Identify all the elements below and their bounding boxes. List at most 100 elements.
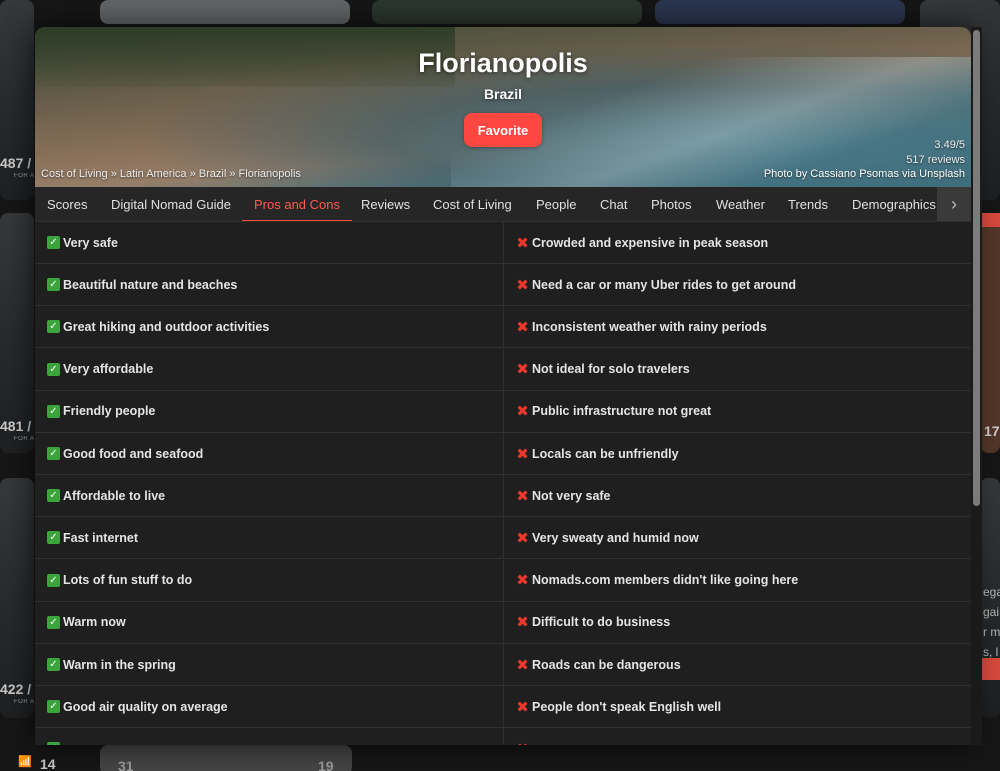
tab-scores[interactable]: Scores xyxy=(47,187,87,221)
rating-score: 3.49/5 xyxy=(934,139,965,151)
cross-icon: ✖ xyxy=(516,234,529,252)
check-icon: ✓ xyxy=(47,700,60,714)
country-name[interactable]: Brazil xyxy=(35,86,971,102)
scrollbar-thumb[interactable] xyxy=(973,30,980,506)
con-text: Locals can be unfriendly xyxy=(532,446,679,461)
pro-text: Very affordable xyxy=(63,362,154,377)
bg-card-caption: FOR A xyxy=(14,699,35,705)
photographer-link[interactable]: Cassiano Psomas xyxy=(810,168,899,180)
con-item: ✖ Crowded and expensive in peak season xyxy=(503,222,971,264)
bg-card-number: 487 / xyxy=(0,155,32,171)
tab-cost-of-living[interactable]: Cost of Living xyxy=(433,187,512,221)
breadcrumb-item[interactable]: Brazil xyxy=(199,168,227,180)
bg-card xyxy=(372,0,642,24)
photo-credit: Photo by Cassiano Psomas via Unsplash xyxy=(763,168,965,180)
review-count[interactable]: 517 reviews xyxy=(906,153,965,168)
tab-reviews[interactable]: Reviews xyxy=(361,187,410,221)
pro-item: ✓ Friendly people xyxy=(35,390,503,433)
tab-pros-and-cons[interactable]: Pros and Cons xyxy=(242,187,352,221)
tab-chat[interactable]: Chat xyxy=(600,187,627,221)
cross-icon: ✖ xyxy=(516,276,529,294)
tabs-scroll-right-button[interactable]: › xyxy=(937,187,971,221)
bg-card-number: 31 xyxy=(118,758,134,771)
check-icon: ✓ xyxy=(47,742,60,745)
bg-card-caption: FOR A xyxy=(14,436,35,442)
cross-icon: ✖ xyxy=(516,529,529,547)
wifi-icon: 📶 xyxy=(18,756,32,768)
city-hero-photo: Florianopolis Brazil Favorite Cost of Li… xyxy=(35,27,971,187)
con-text: Roads can be dangerous xyxy=(532,657,681,672)
check-icon: ✓ xyxy=(47,447,60,460)
tab-photos[interactable]: Photos xyxy=(651,187,691,221)
con-text: Not very safe xyxy=(532,488,611,503)
check-icon: ✓ xyxy=(47,320,60,334)
breadcrumb-item[interactable]: Latin America xyxy=(120,168,187,180)
check-icon: ✓ xyxy=(47,615,60,629)
pro-item: ✓ Good air quality on average xyxy=(35,686,503,729)
pro-text: Great hiking and outdoor activities xyxy=(63,319,270,334)
con-item: ✖ Public infrastructure not great xyxy=(503,390,971,433)
pro-item: ✓ Very affordable xyxy=(35,348,503,391)
photo-source-link[interactable]: Unsplash xyxy=(919,168,965,180)
cross-icon: ✖ xyxy=(516,656,529,674)
pro-item: ✓ Fast internet xyxy=(35,517,503,560)
city-tabs: Scores Digital Nomad Guide Pros and Cons… xyxy=(35,187,971,222)
con-item: ✖ Not ideal for solo travelers xyxy=(503,348,971,391)
con-text: People don't speak English well xyxy=(532,699,722,714)
city-modal: Florianopolis Brazil Favorite Cost of Li… xyxy=(35,27,971,745)
pro-text: Fast internet xyxy=(63,530,139,545)
con-item: ✖ Difficult to do business xyxy=(503,601,971,644)
pro-item: ✓ Good food and seafood xyxy=(35,433,503,475)
breadcrumb-item[interactable]: Florianopolis xyxy=(239,168,301,180)
tab-weather[interactable]: Weather xyxy=(716,187,765,221)
bg-card-number: 14 xyxy=(40,756,56,771)
check-icon: ✓ xyxy=(47,236,60,249)
cross-icon: ✖ xyxy=(516,572,529,590)
pro-text: Friendly people xyxy=(63,404,156,419)
con-item: ✖ Nomads.com members didn't like going he… xyxy=(503,559,971,602)
favorite-button[interactable]: Favorite xyxy=(464,113,542,147)
cross-icon: ✖ xyxy=(516,741,529,745)
breadcrumb: Cost of Living » Latin America » Brazil … xyxy=(41,168,301,180)
con-text: Inconsistent weather with rainy periods xyxy=(532,319,767,334)
con-item: ✖ Locals can be unfriendly xyxy=(503,433,971,475)
pro-text: Beautiful nature and beaches xyxy=(63,277,238,292)
check-icon: ✓ xyxy=(47,404,60,418)
pro-item: ✓ Great hiking and outdoor activities xyxy=(35,306,503,349)
tab-trends[interactable]: Trends xyxy=(788,187,828,221)
rating-block: 3.49/5 517 reviews xyxy=(906,138,965,168)
cross-icon: ✖ xyxy=(516,445,529,463)
cross-icon: ✖ xyxy=(516,698,529,716)
con-item: ✖ Need a car or many Uber rides to get ar… xyxy=(503,264,971,307)
con-text: Not ideal for solo travelers xyxy=(532,362,690,377)
pro-item: ✓ Warm now xyxy=(35,601,503,644)
pro-item: ✓ Beautiful nature and beaches xyxy=(35,264,503,307)
pro-text: Good air quality on average xyxy=(63,699,228,714)
pro-text: Lots of fun stuff to do xyxy=(63,573,193,588)
cross-icon: ✖ xyxy=(516,403,529,421)
modal-scrollbar[interactable] xyxy=(971,27,982,745)
bg-card-caption: FOR A xyxy=(14,173,35,179)
tab-digital-nomad-guide[interactable]: Digital Nomad Guide xyxy=(111,187,231,221)
pros-cons-list: ✓ Very safe ✖ Crowded and expensive in peak… xyxy=(35,222,971,745)
con-text: Difficult to do business xyxy=(532,615,671,630)
bg-card-number: 481 / xyxy=(0,418,32,434)
pro-item: ✓ Lots of fun stuff to do xyxy=(35,559,503,602)
chevron-right-icon: › xyxy=(951,194,957,214)
con-item: ✖ xyxy=(503,728,971,745)
check-icon: ✓ xyxy=(47,531,60,545)
con-item: ✖ Inconsistent weather with rainy periods xyxy=(503,306,971,349)
check-icon: ✓ xyxy=(47,362,60,376)
tab-demographics[interactable]: Demographics xyxy=(852,187,936,221)
city-title: Florianopolis xyxy=(418,48,588,78)
pro-text: Affordable to live xyxy=(63,488,166,503)
tab-people[interactable]: People xyxy=(536,187,576,221)
cross-icon: ✖ xyxy=(516,361,529,379)
pro-text: Warm now xyxy=(63,615,126,630)
bg-side-text: ega gai r m s, l xyxy=(983,585,1000,659)
pro-item: ✓ xyxy=(35,728,503,745)
cross-icon: ✖ xyxy=(516,614,529,632)
bg-card xyxy=(980,213,1000,453)
pro-text: Very safe xyxy=(63,235,118,250)
breadcrumb-item[interactable]: Cost of Living xyxy=(41,168,108,180)
